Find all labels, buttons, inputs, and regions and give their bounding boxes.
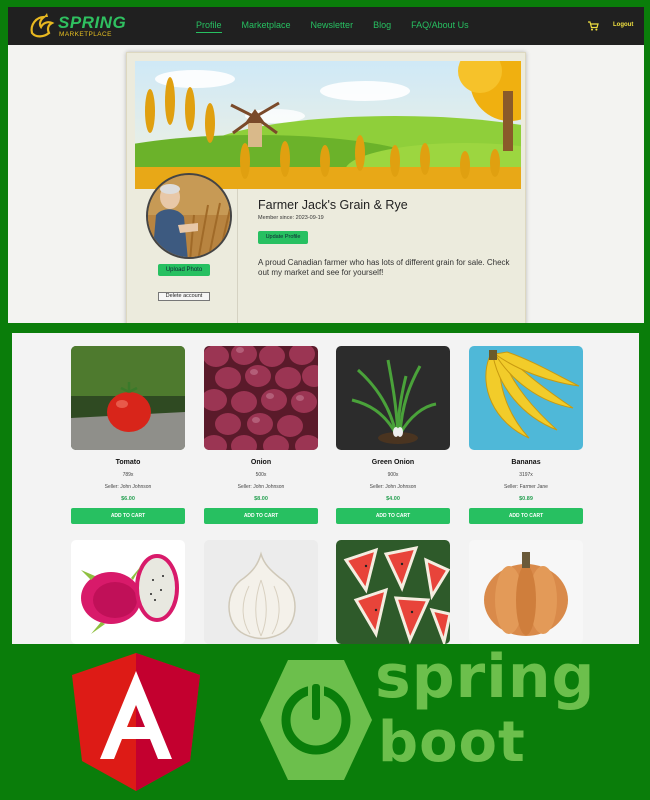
garlic-image [204,540,318,644]
profile-card: Upload Photo Delete account Farmer Jack'… [126,52,526,323]
add-to-cart-button[interactable]: ADD TO CART [71,508,185,524]
product-quantity: 900x [387,472,399,478]
product-quantity: 500x [255,472,267,478]
spring-word: spring [375,642,596,712]
spring-power-icon [260,660,372,780]
product-card: Onion 500x Seller: John Johnson $8.00 AD… [204,346,318,524]
product-quantity: 789x [122,472,134,478]
marketplace-screenshot: Tomato 789x Seller: John Johnson $6.00 A… [12,333,639,644]
product-card: Bananas 3197x Seller: Farmer Jane $0.89 … [469,346,583,524]
product-card: Tomato 789x Seller: John Johnson $6.00 A… [71,346,185,524]
nav-links: Profile Marketplace Newsletter Blog FAQ/… [196,7,489,45]
product-quantity: 3197x [519,472,533,478]
product-card [204,540,318,644]
upload-photo-button[interactable]: Upload Photo [158,264,210,276]
brand-name: SPRING [58,13,127,32]
nav-link-faq[interactable]: FAQ/About Us [411,20,469,32]
product-seller: Seller: Farmer Jane [504,484,548,490]
product-name: Green Onion [371,459,415,466]
tomato-image [71,346,185,450]
dragon-fruit-image [71,540,185,644]
angular-logo [72,653,200,791]
product-name: Onion [250,459,272,466]
product-name: Tomato [115,459,141,466]
product-card [71,540,185,644]
product-seller: Seller: John Johnson [237,484,285,490]
boot-word: boot [378,710,526,775]
navbar: SPRING MARKETPLACE Profile Marketplace N… [8,7,644,45]
product-card [469,540,583,644]
product-card: Green Onion 900x Seller: John Johnson $4… [336,346,450,524]
pumpkin-image [469,540,583,644]
product-seller: Seller: John Johnson [104,484,152,490]
brand-logo[interactable]: SPRING MARKETPLACE [26,11,136,41]
profile-screenshot: SPRING MARKETPLACE Profile Marketplace N… [8,7,644,323]
logout-link[interactable]: Logout [613,22,633,28]
nav-link-blog[interactable]: Blog [373,20,391,32]
bananas-image [469,346,583,450]
farmer-avatar [146,173,232,259]
green-onion-image [336,346,450,450]
onion-image [204,346,318,450]
farm-name: Farmer Jack's Grain & Rye [258,198,408,212]
delete-account-button[interactable]: Delete account [158,292,210,301]
add-to-cart-button[interactable]: ADD TO CART [336,508,450,524]
nav-link-marketplace[interactable]: Marketplace [242,20,291,32]
spring-boot-logo: spring boot [260,642,594,782]
update-profile-button[interactable]: Update Profile [258,231,308,244]
product-seller: Seller: John Johnson [369,484,417,490]
add-to-cart-button[interactable]: ADD TO CART [469,508,583,524]
product-price: $0.89 [519,496,533,502]
add-to-cart-button[interactable]: ADD TO CART [204,508,318,524]
cart-icon[interactable] [588,21,599,31]
farm-banner-image [135,61,521,189]
member-since: Member since: 2023-09-19 [258,215,324,221]
brand-subtitle: MARKETPLACE [59,31,112,38]
watermelon-image [336,540,450,644]
farm-bio: A proud Canadian farmer who has lots of … [258,258,510,277]
nav-link-newsletter[interactable]: Newsletter [311,20,354,32]
product-price: $8.00 [254,496,268,502]
profile-sidebar: Upload Photo Delete account [135,173,238,323]
product-name: Bananas [511,459,541,466]
rooster-logo-icon [30,13,55,38]
product-card [336,540,450,644]
nav-link-profile[interactable]: Profile [196,20,222,33]
product-price: $6.00 [121,496,135,502]
product-price: $4.00 [386,496,400,502]
